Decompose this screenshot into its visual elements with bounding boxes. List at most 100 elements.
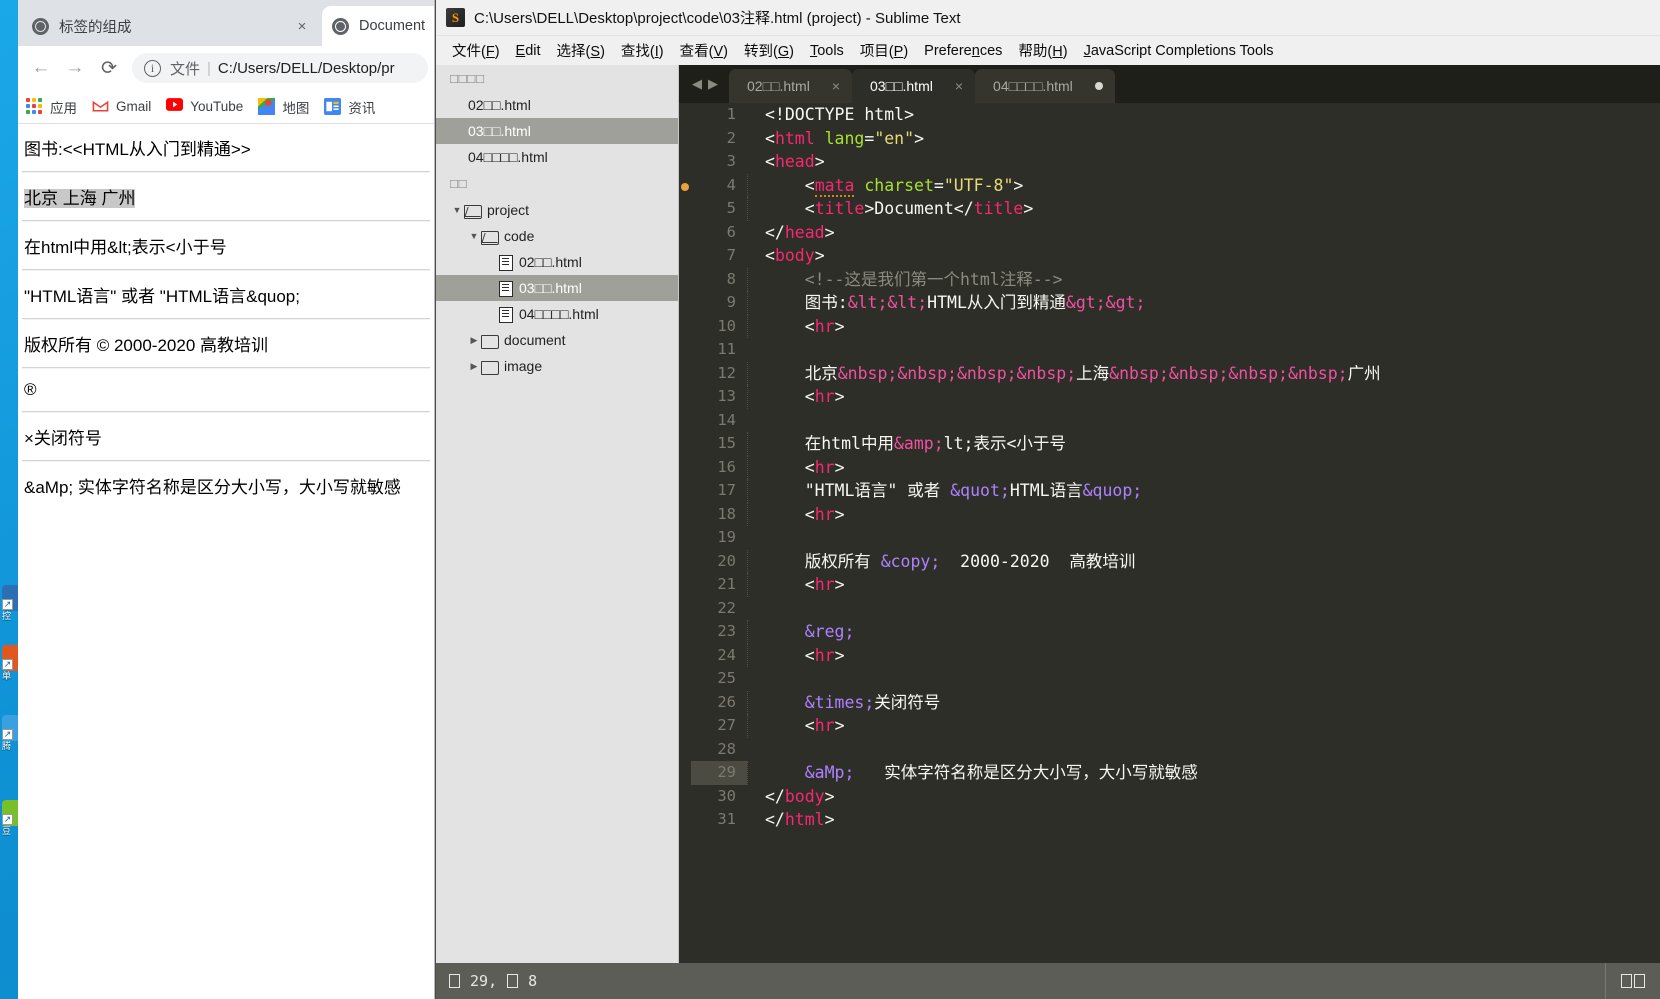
- address-bar[interactable]: i 文件 | C:/Users/DELL/Desktop/pr: [132, 53, 428, 83]
- menu-item-6[interactable]: Tools: [802, 43, 852, 59]
- bookmark-maps[interactable]: 地图: [258, 97, 309, 117]
- sidebar-open-file-0[interactable]: 02□□.html: [436, 92, 678, 118]
- line-number: 26: [717, 692, 736, 711]
- menu-item-2[interactable]: 选择(S): [549, 40, 613, 61]
- menu-item-7[interactable]: 项目(P): [852, 40, 916, 61]
- code-token: >: [824, 222, 835, 242]
- code-token: 北京: [804, 363, 838, 383]
- chevron-down-icon[interactable]: ▼: [450, 205, 464, 215]
- menu-item-5[interactable]: 转到(G): [736, 40, 802, 61]
- code-line-29[interactable]: 29 &aMp; 实体字符名称是区分大小写，大小写就敏感: [679, 761, 1660, 785]
- sidebar-tree-item-2[interactable]: 02□□.html: [436, 249, 678, 275]
- menu-item-0[interactable]: 文件(F): [444, 40, 508, 61]
- sidebar-file-browser[interactable]: □□□□ 02□□.html 03□□.html 04□□□□.html □□ ▼ proj…: [436, 65, 679, 963]
- code-line-7[interactable]: 7 <body>: [679, 244, 1660, 268]
- back-icon[interactable]: ←: [24, 51, 58, 85]
- page-info-icon[interactable]: i: [144, 59, 161, 77]
- code-editor[interactable]: 1 <!DOCTYPE html> 2 <html lang="en"> 3 <head>…: [679, 103, 1660, 963]
- forward-icon[interactable]: →: [58, 51, 92, 85]
- indent-guide: [747, 361, 757, 385]
- chevron-right-icon[interactable]: ▶: [467, 361, 481, 372]
- code-line-3[interactable]: 3 <head>: [679, 150, 1660, 174]
- code-line-24[interactable]: 24 <hr>: [679, 643, 1660, 667]
- close-icon[interactable]: ×: [955, 78, 963, 94]
- sidebar-open-file-1[interactable]: 03□□.html: [436, 118, 678, 144]
- sidebar-tree-item-0[interactable]: ▼ project: [436, 197, 678, 223]
- code-line-27[interactable]: 27 <hr>: [679, 714, 1660, 738]
- code-line-23[interactable]: 23 &reg;: [679, 620, 1660, 644]
- line-number: 24: [717, 645, 736, 664]
- bookmark-youtube[interactable]: YouTube: [166, 98, 243, 115]
- menu-item-9[interactable]: 帮助(H): [1010, 40, 1075, 61]
- file-icon: [498, 254, 513, 271]
- sidebar-tree-item-6[interactable]: ▶ image: [436, 353, 678, 379]
- code-token: &nbsp;&nbsp;&nbsp;&nbsp;: [837, 363, 1077, 383]
- code-line-8[interactable]: 8 <!--这是我们第一个html注释-->: [679, 267, 1660, 291]
- code-token: html: [774, 128, 815, 148]
- code-line-2[interactable]: 2 <html lang="en">: [679, 127, 1660, 151]
- bookmark-news[interactable]: 资讯: [324, 97, 375, 117]
- code-token: >: [814, 246, 825, 265]
- sidebar-item-label: code: [504, 228, 535, 244]
- sidebar-tree-item-3[interactable]: 03□□.html: [436, 275, 678, 301]
- close-icon[interactable]: ×: [832, 78, 840, 94]
- indent-guide: [747, 785, 757, 809]
- code-line-18[interactable]: 18 <hr>: [679, 502, 1660, 526]
- code-line-16[interactable]: 16 <hr>: [679, 455, 1660, 479]
- code-line-28[interactable]: 28: [679, 738, 1660, 762]
- editor-tab-2[interactable]: 04□□□□.html: [975, 69, 1115, 103]
- code-line-6[interactable]: 6 </head>: [679, 221, 1660, 245]
- code-token: hr: [814, 387, 835, 406]
- browser-tab-title: Document: [359, 18, 426, 34]
- chevron-right-icon[interactable]: ▶: [467, 335, 481, 346]
- modified-dot-icon: [1094, 82, 1103, 90]
- menu-item-1[interactable]: Edit: [508, 43, 549, 59]
- code-line-25[interactable]: 25: [679, 667, 1660, 691]
- menu-item-8[interactable]: Preferences: [916, 43, 1010, 59]
- syntax-indicator[interactable]: [1605, 963, 1660, 999]
- code-line-22[interactable]: 22: [679, 597, 1660, 621]
- code-line-31[interactable]: 31 </html>: [679, 808, 1660, 832]
- code-line-14[interactable]: 14: [679, 409, 1660, 433]
- reload-icon[interactable]: ⟳: [92, 51, 126, 85]
- code-line-15[interactable]: 15 在html中用&amp;lt;表示<小于号: [679, 432, 1660, 456]
- menu-item-4[interactable]: 查看(V): [672, 40, 736, 61]
- bookmark-gmail[interactable]: Gmail: [92, 98, 151, 115]
- menu-item-3[interactable]: 查找(I): [613, 40, 672, 61]
- code-line-30[interactable]: 30 </body>: [679, 785, 1660, 809]
- tab-prev-icon[interactable]: ◀: [692, 76, 702, 92]
- browser-tab-0[interactable]: 标签的组成 ×: [22, 6, 322, 46]
- tab-scroll-arrows[interactable]: ◀ ▶: [683, 65, 729, 103]
- code-line-5[interactable]: 5 <title>Document</title>: [679, 197, 1660, 221]
- code-line-12[interactable]: 12 北京&nbsp;&nbsp;&nbsp;&nbsp;上海&nbsp;&nb…: [679, 361, 1660, 385]
- editor-tab-0[interactable]: 02□□.html ×: [729, 69, 853, 103]
- indent-guide: [747, 761, 757, 785]
- code-token: "en": [874, 128, 915, 148]
- code-line-13[interactable]: 13 <hr>: [679, 385, 1660, 409]
- code-line-26[interactable]: 26 &times;关闭符号: [679, 690, 1660, 714]
- close-icon[interactable]: ×: [292, 18, 312, 35]
- sidebar-tree-item-5[interactable]: ▶ document: [436, 327, 678, 353]
- sidebar-open-file-2[interactable]: 04□□□□.html: [436, 144, 678, 170]
- editor-tab-1[interactable]: 03□□.html ×: [852, 69, 976, 103]
- sidebar-tree-item-4[interactable]: 04□□□□.html: [436, 301, 678, 327]
- tab-next-icon[interactable]: ▶: [708, 76, 718, 92]
- code-line-4[interactable]: 4 <mata charset="UTF-8">: [679, 173, 1660, 197]
- code-line-9[interactable]: 9 图书:&lt;&lt;HTML从入门到精通&gt;&gt;: [679, 291, 1660, 315]
- code-token: charset: [864, 175, 934, 195]
- code-line-11[interactable]: 11: [679, 338, 1660, 362]
- menu-item-10[interactable]: JavaScript Completions Tools: [1076, 43, 1282, 59]
- bookmark-label: 应用: [50, 100, 77, 116]
- code-line-10[interactable]: 10 <hr>: [679, 314, 1660, 338]
- code-line-20[interactable]: 20 版权所有 &copy; 2000-2020 高教培训: [679, 549, 1660, 573]
- sidebar-tree-item-1[interactable]: ▼ code: [436, 223, 678, 249]
- code-line-1[interactable]: 1 <!DOCTYPE html>: [679, 103, 1660, 127]
- code-line-17[interactable]: 17 "HTML语言" 或者 &quot;HTML语言&quop;: [679, 479, 1660, 503]
- chevron-down-icon[interactable]: ▼: [467, 231, 481, 241]
- code-line-21[interactable]: 21 <hr>: [679, 573, 1660, 597]
- code-token: head: [784, 222, 825, 242]
- code-token: 在html中用: [804, 434, 894, 453]
- code-line-19[interactable]: 19: [679, 526, 1660, 550]
- bookmark-apps[interactable]: 应用: [26, 97, 77, 117]
- browser-tab-1[interactable]: Document: [322, 6, 434, 46]
